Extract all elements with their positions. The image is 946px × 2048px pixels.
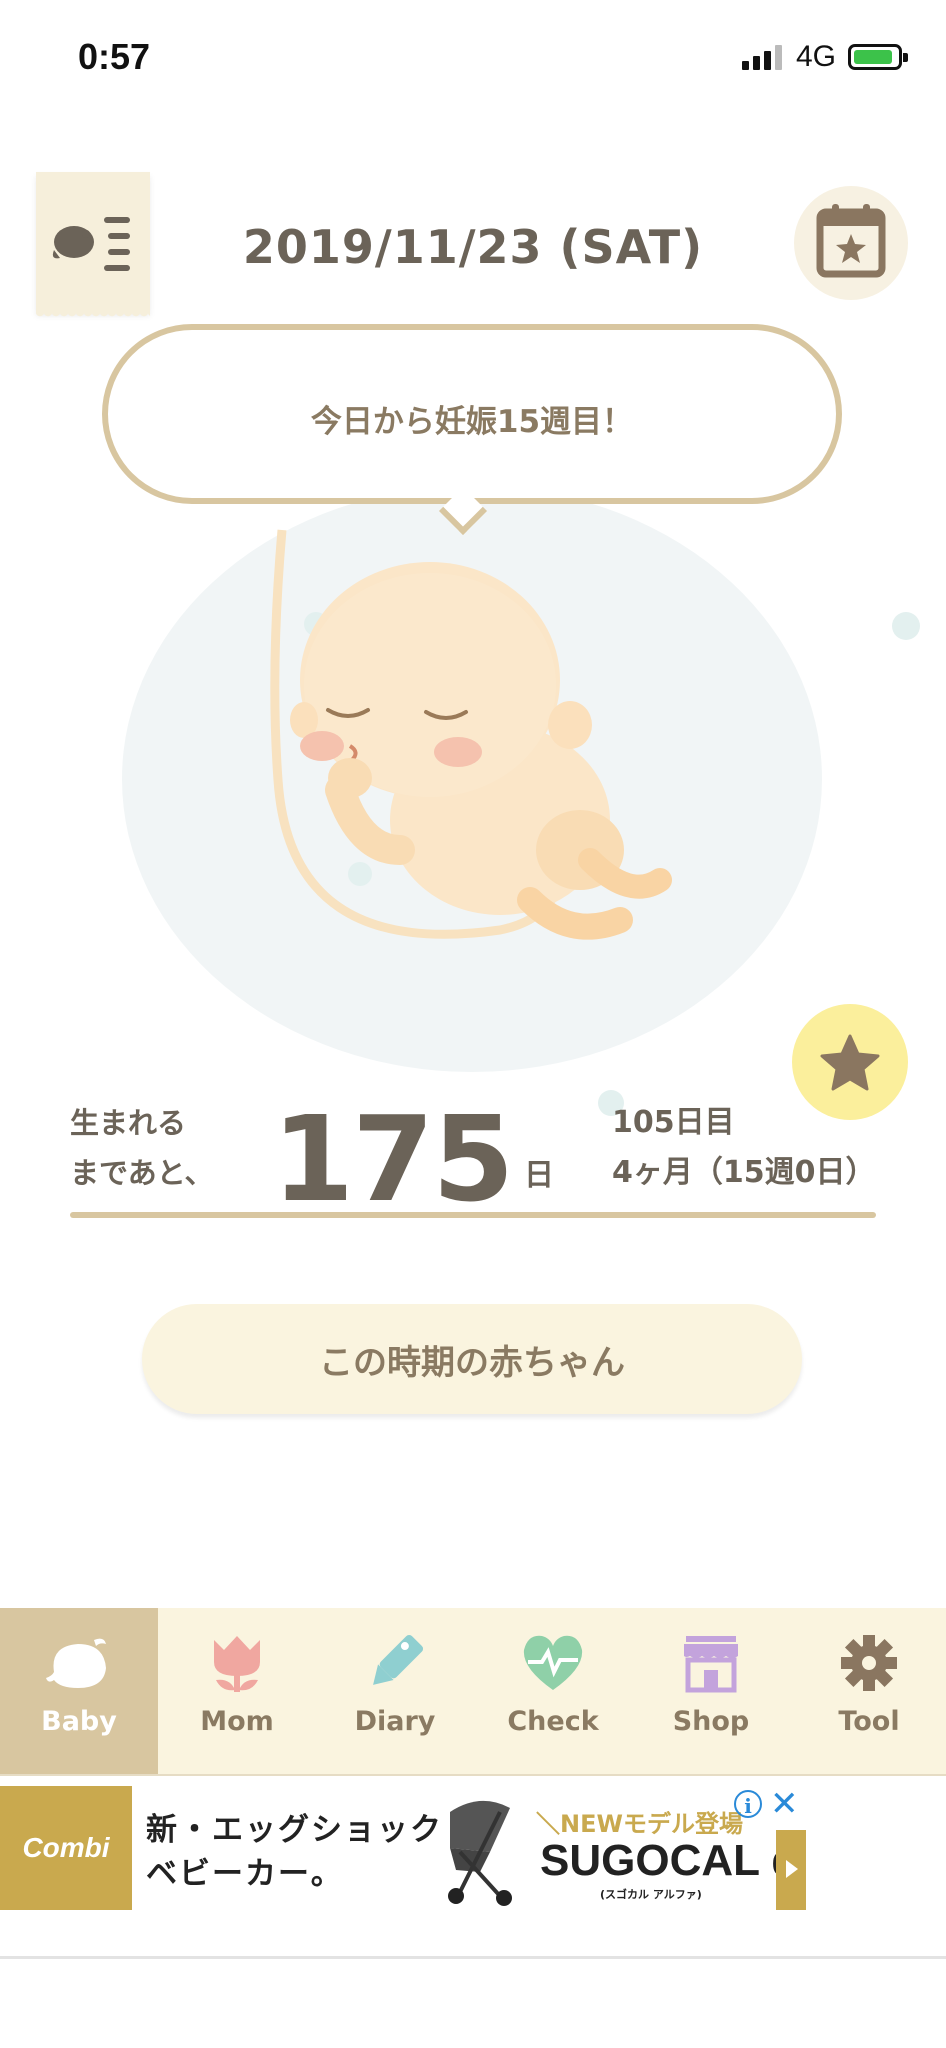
- ad-banner[interactable]: Combi 新・エッグショック ベビーカー。 ＼NEWモデル登場 SUGOCAL…: [0, 1784, 806, 1910]
- day-count: 105日目: [612, 1105, 735, 1140]
- ad-arrow-icon[interactable]: [776, 1830, 806, 1910]
- baby-this-period-button[interactable]: この時期の赤ちゃん: [142, 1304, 802, 1414]
- battery-icon: [848, 44, 908, 70]
- days-left-number: 175: [272, 1090, 514, 1228]
- countdown-label: 生まれる まであと、: [70, 1098, 214, 1198]
- tab-mom[interactable]: Mom: [158, 1608, 316, 1774]
- tab-diary[interactable]: Diary: [316, 1608, 474, 1774]
- status-time: 0:57: [78, 36, 151, 77]
- week-message: 今日から妊娠15週目！: [310, 404, 634, 440]
- fetus-illustration: [270, 529, 672, 940]
- ad-new-label: ＼NEWモデル登場: [536, 1810, 743, 1838]
- tab-baby[interactable]: Baby: [0, 1608, 158, 1774]
- divider: [70, 1212, 876, 1218]
- gear-icon: [841, 1635, 897, 1691]
- pencil-icon: [373, 1634, 424, 1685]
- tab-label: Mom: [200, 1706, 274, 1737]
- tab-tool[interactable]: Tool: [790, 1608, 946, 1774]
- ad-brand: Combi: [0, 1786, 132, 1910]
- tab-label: Diary: [354, 1706, 436, 1737]
- tab-label: Shop: [672, 1706, 750, 1737]
- shop-icon: [684, 1636, 738, 1693]
- countdown-label-line2: まであと、: [70, 1156, 214, 1190]
- signal-icon: [742, 44, 784, 70]
- tab-label: Baby: [41, 1706, 117, 1737]
- ad-headline-line2: ベビーカー。: [146, 1856, 344, 1892]
- baby-bird-icon: [46, 1638, 106, 1688]
- tab-bar: Baby Mom Diary Check Shop Tool: [0, 1608, 946, 1776]
- network-type: 4G: [796, 40, 837, 73]
- ad-headline: 新・エッグショック ベビーカー。: [146, 1808, 443, 1896]
- stroller-image: [448, 1800, 512, 1906]
- baby-this-period-label: この時期の赤ちゃん: [319, 1342, 625, 1383]
- calendar-star-icon: [816, 204, 886, 278]
- ad-headline-line1: 新・エッグショック: [146, 1812, 443, 1848]
- tab-check[interactable]: Check: [474, 1608, 632, 1774]
- month-week: 4ヶ月（15週0日）: [612, 1155, 876, 1190]
- tab-shop[interactable]: Shop: [632, 1608, 790, 1774]
- ad-product-sub: (スゴカル アルファ): [600, 1888, 702, 1901]
- bottom-divider: [0, 1956, 946, 1959]
- ad-close-icon[interactable]: ✕: [770, 1784, 799, 1824]
- countdown-label-line1: 生まれる: [70, 1106, 187, 1140]
- calendar-button[interactable]: [794, 186, 908, 300]
- bubble-dot: [892, 612, 920, 640]
- ad-product: SUGOCAL α: [540, 1836, 799, 1885]
- tab-label: Tool: [838, 1706, 900, 1737]
- ad-info-icon[interactable]: i: [734, 1790, 762, 1818]
- tulip-icon: [214, 1636, 260, 1692]
- days-unit: 日: [524, 1158, 554, 1193]
- pregnancy-progress: 105日目 4ヶ月（15週0日）: [612, 1098, 876, 1198]
- tab-label: Check: [507, 1706, 599, 1737]
- heart-pulse-icon: [523, 1635, 583, 1690]
